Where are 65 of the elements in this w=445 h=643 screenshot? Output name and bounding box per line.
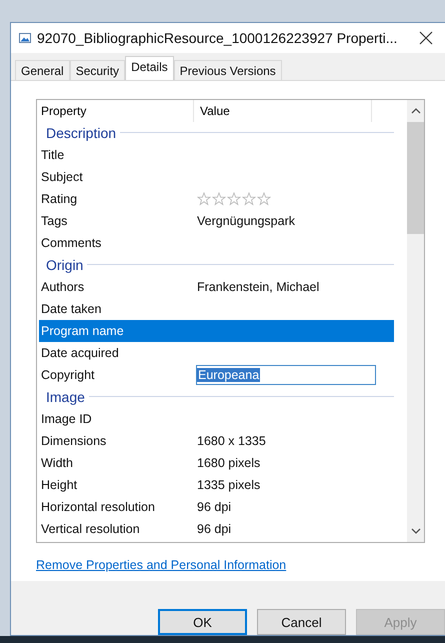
tab[interactable]: Details — [125, 56, 174, 80]
star-icon[interactable] — [197, 192, 211, 206]
property-value: Frankenstein, Michael — [197, 280, 320, 294]
property-name: Height — [40, 478, 78, 492]
close-icon[interactable] — [419, 30, 433, 45]
star-icon[interactable] — [227, 192, 241, 206]
property-value: 96 dpi — [197, 500, 232, 514]
dialog-button[interactable]: OK — [158, 609, 248, 635]
property-row[interactable]: Date taken — [39, 298, 394, 320]
window-title: 92070_BibliographicResource_1000126223927 Properti... — [37, 30, 398, 46]
property-name: Tags — [40, 214, 68, 228]
property-row[interactable]: Image ID — [39, 408, 394, 430]
property-name: Dimensions — [40, 434, 108, 448]
tab[interactable]: General — [15, 60, 70, 80]
property-name: Date acquired — [40, 346, 120, 360]
scroll-down-icon[interactable] — [410, 528, 420, 534]
dialog-button[interactable]: Cancel — [257, 609, 346, 635]
property-name: Authors — [40, 280, 86, 294]
property-name: Comments — [40, 236, 102, 250]
property-row[interactable]: Height 1335 pixels — [39, 474, 394, 496]
tab[interactable]: Previous Versions — [174, 60, 282, 80]
property-name: Rating — [40, 192, 78, 206]
property-row[interactable]: Program name — [39, 320, 394, 342]
property-row[interactable]: Dimensions 1680 x 1335 — [39, 430, 394, 452]
property-name: Title — [40, 148, 66, 162]
property-row[interactable]: Title — [39, 144, 394, 166]
scroll-up-icon[interactable] — [410, 108, 420, 114]
column-header[interactable]: Property — [39, 100, 194, 122]
property-name: Width — [40, 456, 74, 470]
property-row[interactable]: Copyright Europeana — [39, 364, 394, 386]
property-row[interactable]: Comments — [39, 232, 394, 254]
property-row[interactable]: Horizontal resolution 96 dpi — [39, 496, 394, 518]
value-input-field[interactable]: Europeana — [196, 364, 376, 385]
tab[interactable]: Security — [70, 60, 126, 80]
property-value: Vergnügungspark — [197, 214, 295, 228]
property-name: Image ID — [40, 412, 93, 426]
property-row[interactable]: Width 1680 pixels — [39, 452, 394, 474]
remove-properties-link[interactable]: Remove Properties and Personal Information — [36, 558, 286, 572]
property-name: Date taken — [40, 302, 102, 316]
property-row[interactable]: Tags Vergnügungspark — [39, 210, 394, 232]
group-heading: Origin — [46, 256, 84, 273]
property-row[interactable]: Subject — [39, 166, 394, 188]
scrollbar-thumb[interactable] — [407, 122, 424, 234]
property-value: 1680 pixels — [197, 456, 260, 470]
property-name: Program name — [40, 324, 125, 338]
property-row[interactable]: Date acquired — [39, 342, 394, 364]
star-icon[interactable] — [212, 192, 226, 206]
group-heading: Image — [46, 388, 85, 405]
vertical-scrollbar[interactable] — [407, 100, 424, 542]
property-row[interactable]: Authors Frankenstein, Michael — [39, 276, 394, 298]
star-icon[interactable] — [257, 192, 271, 206]
property-row[interactable]: Vertical resolution 96 dpi — [39, 518, 394, 540]
group-heading: Description — [46, 124, 116, 141]
property-name: Subject — [40, 170, 84, 184]
property-value: 96 dpi — [197, 522, 232, 536]
property-name: Horizontal resolution — [40, 500, 156, 514]
property-value: 1335 pixels — [197, 478, 260, 492]
star-icon[interactable] — [242, 192, 256, 206]
property-row[interactable]: Rating — [39, 188, 394, 210]
property-name: Copyright — [40, 368, 96, 382]
property-value: 1680 x 1335 — [197, 434, 266, 448]
image-file-icon — [19, 32, 31, 44]
property-name: Vertical resolution — [40, 522, 141, 536]
star-rating[interactable] — [197, 192, 271, 206]
column-header[interactable]: Value — [194, 100, 372, 122]
